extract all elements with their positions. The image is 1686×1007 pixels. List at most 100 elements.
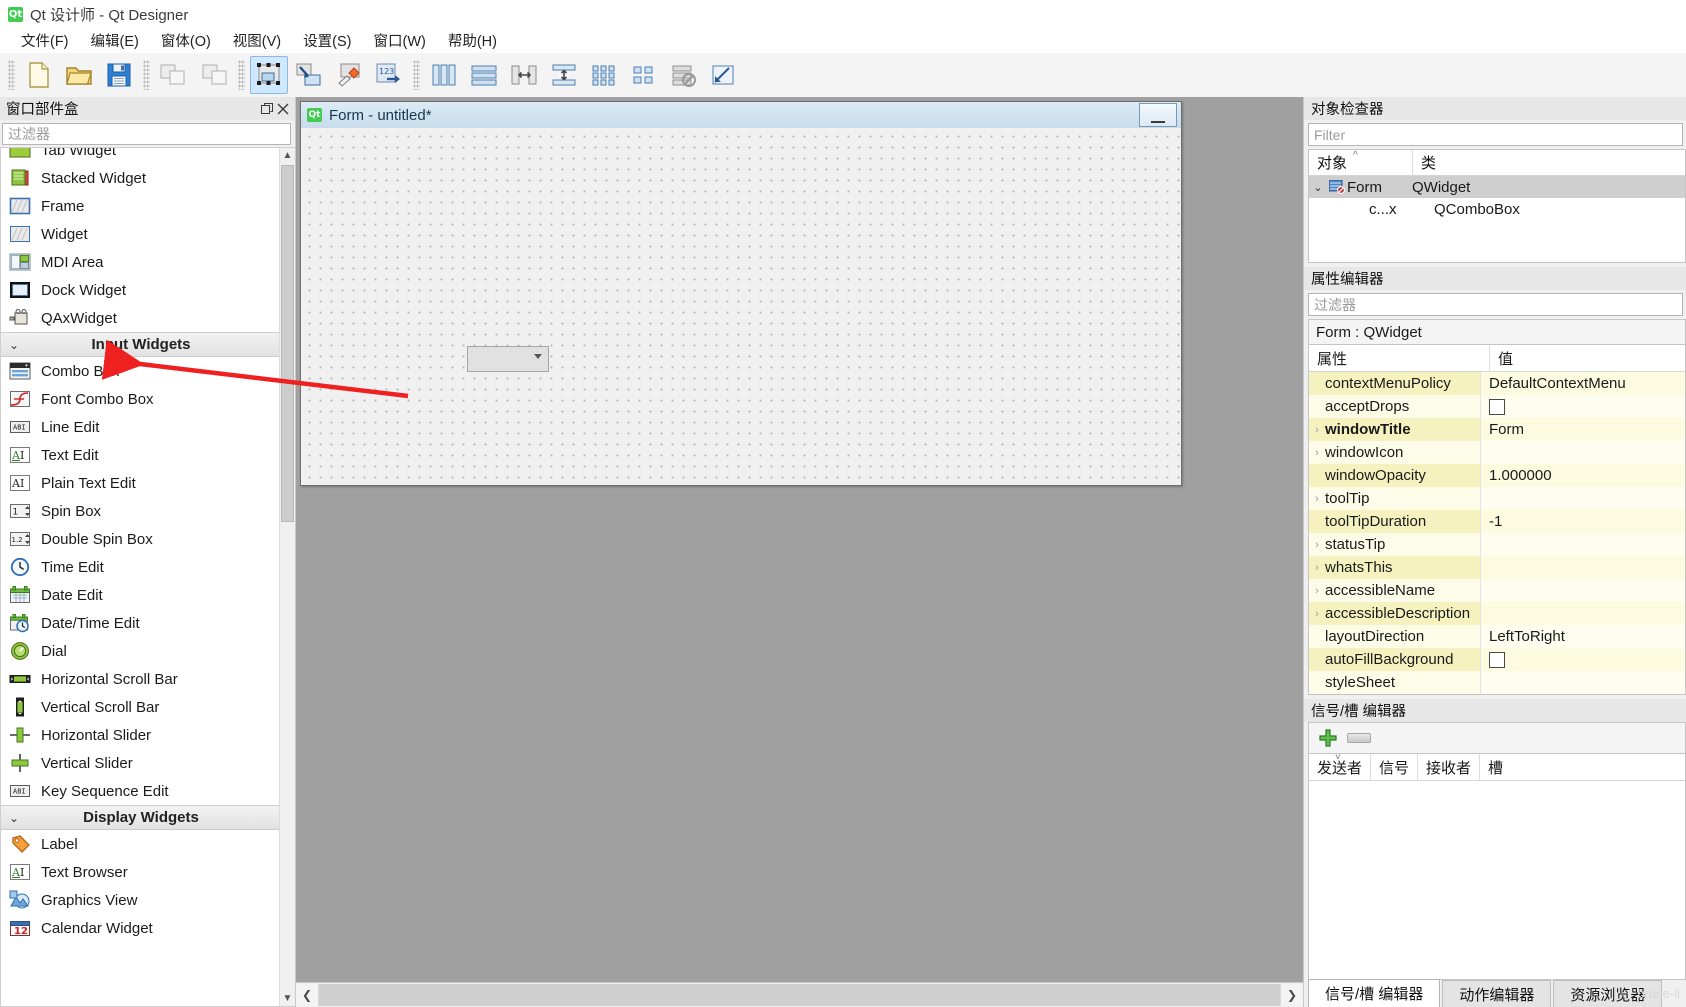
mdi-horizontal-scrollbar[interactable]: ❮ ❯ <box>296 982 1303 1007</box>
widget-item-mdi-area[interactable]: MDI Area <box>1 248 281 276</box>
layout-splitter-h-icon[interactable] <box>505 56 543 94</box>
property-checkbox[interactable] <box>1489 651 1505 668</box>
redo-icon[interactable] <box>195 56 233 94</box>
toolbar-grip[interactable] <box>8 60 15 90</box>
widget-item-dial[interactable]: Dial <box>1 637 281 665</box>
property-row[interactable]: › accessibleName <box>1309 579 1685 602</box>
plus-icon[interactable] <box>1317 727 1339 749</box>
layout-horizontally-icon[interactable] <box>425 56 463 94</box>
scroll-down-icon[interactable]: ▼ <box>280 991 295 1006</box>
property-row[interactable]: › windowIcon <box>1309 441 1685 464</box>
property-column-header[interactable]: 属性 <box>1309 345 1490 371</box>
property-row[interactable]: › windowTitle Form <box>1309 418 1685 441</box>
mdi-area[interactable]: Qt Form - untitled* <box>296 97 1303 982</box>
widget-box-scrollbar[interactable]: ▲ ▼ <box>279 148 295 1006</box>
scrollbar-thumb[interactable] <box>281 165 294 522</box>
widget-item-line-edit[interactable]: ABI Line Edit <box>1 413 281 441</box>
layout-grid-icon[interactable] <box>585 56 623 94</box>
chevron-right-icon[interactable]: › <box>1309 424 1325 436</box>
receiver-column-header[interactable]: 接收者 <box>1418 754 1481 780</box>
object-tree-row[interactable]: c...x QComboBox <box>1309 198 1685 220</box>
menu-help[interactable]: 帮助(H) <box>437 28 508 53</box>
property-row[interactable]: › whatsThis <box>1309 556 1685 579</box>
widget-item-stacked-widget[interactable]: Stacked Widget <box>1 164 281 192</box>
property-row[interactable]: acceptDrops <box>1309 395 1685 418</box>
value-column-header[interactable]: 值 <box>1490 345 1513 371</box>
widget-item-horizontal-slider[interactable]: Horizontal Slider <box>1 721 281 749</box>
widget-item-calendar-widget[interactable]: 12 Calendar Widget <box>1 914 281 942</box>
property-editor-filter[interactable]: 过滤器 <box>1308 293 1683 316</box>
widget-item-date-time-edit[interactable]: Date/Time Edit <box>1 609 281 637</box>
form-combo-box[interactable] <box>467 346 549 372</box>
open-folder-icon[interactable] <box>60 56 98 94</box>
tab-signal-slot-editor[interactable]: 信号/槽 编辑器 <box>1308 979 1441 1007</box>
tab-action-editor[interactable]: 动作编辑器 <box>1442 980 1552 1007</box>
edit-tab-order-icon[interactable]: 123 <box>370 56 408 94</box>
new-file-icon[interactable] <box>20 56 58 94</box>
mdi-scroll-track[interactable] <box>319 984 1280 1006</box>
scroll-right-icon[interactable]: ❯ <box>1280 984 1303 1006</box>
minimize-icon[interactable] <box>1139 103 1177 127</box>
chevron-right-icon[interactable]: › <box>1309 447 1325 459</box>
widget-item-label[interactable]: Label <box>1 830 281 858</box>
widget-item-font-combo-box[interactable]: Font Combo Box <box>1 385 281 413</box>
menu-window[interactable]: 窗口(W) <box>362 28 436 53</box>
menu-edit[interactable]: 编辑(E) <box>80 28 150 53</box>
undo-icon[interactable] <box>155 56 193 94</box>
menu-form[interactable]: 窗体(O) <box>150 28 222 53</box>
property-table[interactable]: 属性 值 contextMenuPolicy DefaultContextMenu… <box>1308 344 1686 695</box>
widget-item-combo-box[interactable]: Combo Box <box>1 357 281 385</box>
sender-column-header[interactable]: 发送者 ˅ <box>1309 754 1372 780</box>
layout-splitter-v-icon[interactable] <box>545 56 583 94</box>
signal-slot-table[interactable]: 发送者 ˅ 信号 接收者 槽 <box>1308 753 1686 980</box>
widget-item-tab-widget[interactable]: Tab Widget <box>1 148 281 164</box>
adjust-size-icon[interactable] <box>705 56 743 94</box>
minus-icon[interactable] <box>1347 733 1371 743</box>
chevron-right-icon[interactable]: › <box>1309 585 1325 597</box>
menu-file[interactable]: 文件(F) <box>10 28 80 53</box>
widget-item-vertical-slider[interactable]: Vertical Slider <box>1 749 281 777</box>
scroll-left-icon[interactable]: ❮ <box>296 984 319 1006</box>
chevron-right-icon[interactable]: › <box>1309 493 1325 505</box>
property-row[interactable]: styleSheet <box>1309 671 1685 694</box>
form-canvas[interactable] <box>301 128 1181 485</box>
undock-icon[interactable] <box>259 101 275 117</box>
widget-group-display-widgets[interactable]: ⌄ Display Widgets <box>1 805 281 830</box>
close-icon[interactable] <box>275 101 291 117</box>
layout-form-icon[interactable] <box>625 56 663 94</box>
object-tree-row[interactable]: ⌄ Form QWidget <box>1309 176 1685 198</box>
property-row[interactable]: › toolTip <box>1309 487 1685 510</box>
form-window[interactable]: Qt Form - untitled* <box>300 101 1182 486</box>
widget-item-qaxwidget[interactable]: QAxWidget <box>1 304 281 332</box>
widget-item-vertical-scroll-bar[interactable]: Vertical Scroll Bar <box>1 693 281 721</box>
widget-item-plain-text-edit[interactable]: A I Plain Text Edit <box>1 469 281 497</box>
widget-box-filter[interactable]: 过滤器 <box>2 123 291 145</box>
widget-item-spin-box[interactable]: 1 Spin Box <box>1 497 281 525</box>
property-checkbox[interactable] <box>1489 398 1505 415</box>
widget-item-key-sequence-edit[interactable]: ABI Key Sequence Edit <box>1 777 281 805</box>
widget-item-time-edit[interactable]: Time Edit <box>1 553 281 581</box>
edit-signals-slots-icon[interactable] <box>290 56 328 94</box>
widget-item-text-edit[interactable]: A I Text Edit <box>1 441 281 469</box>
widget-item-text-browser[interactable]: A I Text Browser <box>1 858 281 886</box>
chevron-right-icon[interactable]: › <box>1309 608 1325 620</box>
object-inspector-filter[interactable]: Filter <box>1308 123 1683 146</box>
toolbar-grip[interactable] <box>143 60 150 90</box>
property-row[interactable]: › statusTip <box>1309 533 1685 556</box>
widget-item-graphics-view[interactable]: Graphics View <box>1 886 281 914</box>
object-column-header[interactable]: 对象 ^ <box>1309 150 1413 175</box>
object-inspector-tree[interactable]: 对象 ^ 类 ⌄ Form QWidget c...x QComboBox <box>1308 149 1686 263</box>
widget-group-input-widgets[interactable]: ⌄ Input Widgets <box>1 332 281 357</box>
scroll-up-icon[interactable]: ▲ <box>280 148 295 163</box>
widget-item-horizontal-scroll-bar[interactable]: Horizontal Scroll Bar <box>1 665 281 693</box>
widget-box-list[interactable]: Tab Widget Stacked Widget Frame Widget MDI A… <box>0 147 295 1007</box>
property-row[interactable]: layoutDirection LeftToRight <box>1309 625 1685 648</box>
widget-item-dock-widget[interactable]: Dock Widget <box>1 276 281 304</box>
save-icon[interactable] <box>100 56 138 94</box>
toolbar-grip[interactable] <box>413 60 420 90</box>
edit-buddies-icon[interactable] <box>330 56 368 94</box>
layout-vertically-icon[interactable] <box>465 56 503 94</box>
chevron-right-icon[interactable]: › <box>1309 539 1325 551</box>
chevron-right-icon[interactable]: › <box>1309 562 1325 574</box>
slot-column-header[interactable]: 槽 <box>1480 754 1511 780</box>
